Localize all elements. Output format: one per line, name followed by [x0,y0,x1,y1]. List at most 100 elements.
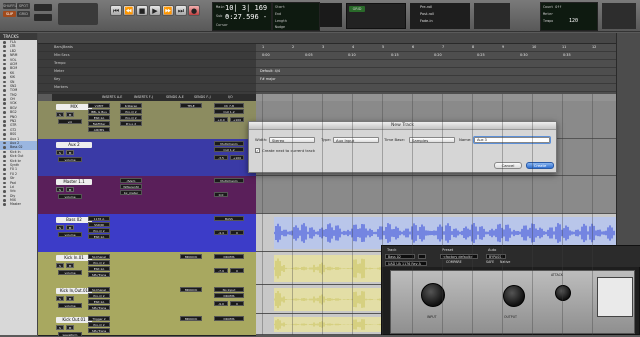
bars-beats-ruler[interactable]: 1 2 3 4 5 6 7 8 9 10 11 12 [256,44,616,52]
io-selector[interactable]: Out 1-2 [214,109,244,114]
io-selector[interactable]: DRUMS [214,293,244,298]
volume-value[interactable]: 0.0 [214,192,228,197]
attack-knob[interactable] [555,285,571,301]
send-slot[interactable]: TELE [180,103,202,108]
track-strip[interactable]: Bass 02 S Mvolume 1176 A SSR/RI Pro-Q 2 ESP-1A… [38,214,256,253]
track-show-dot-icon[interactable] [3,199,6,202]
volume-value[interactable]: -7.9 [214,268,228,273]
spot-mode-button[interactable]: SPOT [17,3,30,9]
insert-slot[interactable]: SPL/Trans [88,305,110,310]
markers-ruler[interactable] [256,84,616,92]
track-show-dot-icon[interactable] [3,80,6,84]
volume-value[interactable]: -3.5 [214,155,228,160]
track-show-dot-icon[interactable] [3,168,6,171]
track-show-dot-icon[interactable] [3,181,6,184]
io-selector[interactable]: Ch 7-8 [214,103,244,108]
track-show-dot-icon[interactable] [3,172,6,176]
mute-button[interactable]: M [66,263,74,268]
plugin-insert-select[interactable]: UAD UA 1176 Rev A [385,261,427,266]
insert-slot[interactable]: Pro-Q 2 [120,109,142,114]
insert-slot[interactable]: SSR/RI [88,222,110,227]
track-show-dot-icon[interactable] [3,41,6,44]
rewind-button[interactable]: ⏪ [123,5,135,16]
insert-slot[interactable]: ESP-1A [88,266,110,271]
preroll-label[interactable]: Pre-roll [420,5,432,9]
track-show-dot-icon[interactable] [3,124,6,127]
track-show-dot-icon[interactable] [3,49,6,53]
insert-slot[interactable]: ESP-1A [88,234,110,239]
track-name[interactable]: Aux 2 [56,142,92,148]
track-show-dot-icon[interactable] [3,128,6,132]
track-view-select[interactable]: vol [58,119,82,124]
track-name[interactable]: Kick In.01 [56,255,92,261]
track-show-dot-icon[interactable] [3,141,6,145]
insert-slot[interactable]: AIR/MS [88,127,110,132]
insert-slot[interactable]: SPL/Trans [88,328,110,333]
insert-slot[interactable]: FabFilter [88,121,110,126]
solo-button[interactable]: S [56,187,64,192]
track-strip[interactable]: Kick In.01 S Mvolume SLChanel Pro-Q 2 ESP-1A S… [38,252,256,286]
mute-button[interactable]: M [66,296,74,301]
track-show-dot-icon[interactable] [3,45,6,48]
io-selector[interactable]: Out 1-2 [214,147,244,152]
min-secs-ruler[interactable]: 0:00 0:05 0:10 0:15 0:20 0:25 0:30 0:35 [256,52,616,60]
insert-slot[interactable]: K-Stereo [120,103,142,108]
insert-slot[interactable]: Pro-Q 2 [88,228,110,233]
insert-slot[interactable]: Pro-Q 2 [120,115,142,120]
key-ruler[interactable]: F# major [256,76,616,84]
mute-button[interactable]: M [66,187,74,192]
track-strip[interactable]: Aux 2 S Mvolume MultichanIn Out 1-2 -3.5 +100 [38,139,256,177]
postroll-label[interactable]: Post-roll [420,12,434,16]
track-show-dot-icon[interactable] [3,93,6,97]
send-slot[interactable]: MIKKICK [180,316,202,321]
fast-forward-button[interactable]: ⏩ [162,5,174,16]
track-show-dot-icon[interactable] [3,194,6,198]
mute-button[interactable]: M [66,325,74,330]
compare-button[interactable]: COMPARE [446,260,462,265]
create-button[interactable]: Create [526,162,554,169]
track-show-dot-icon[interactable] [3,84,6,88]
key-marker[interactable]: F# major [260,76,276,83]
track-show-dot-icon[interactable] [3,58,6,62]
track-name-input[interactable] [473,136,551,144]
track-show-dot-icon[interactable] [3,190,6,193]
send-slot[interactable]: MIKKICK [180,254,202,259]
track-show-dot-icon[interactable] [3,67,6,70]
timebase-select[interactable]: Samples [409,137,455,143]
track-view-select[interactable]: volume [58,194,82,199]
insert-slot[interactable]: 1176 A [88,216,110,221]
plugin-track-select[interactable]: Bass 02 [385,254,415,259]
pan-value[interactable]: 0 [230,301,244,306]
track-view-select[interactable]: volume [58,232,82,237]
insert-slot[interactable]: Pro-Q 2 [88,293,110,298]
create-next-checkbox[interactable]: ✓ [255,148,260,153]
output-knob[interactable] [503,285,525,307]
zoom-toggle[interactable] [34,4,52,11]
bypass-button[interactable]: BYPASS [486,254,506,259]
main-counter-display[interactable]: Main 10| 3| 169 - Sub 0:27.596 - Cursor [212,2,272,31]
pan-value[interactable]: 0 [230,230,244,235]
solo-button[interactable]: S [56,112,64,117]
track-show-dot-icon[interactable] [3,203,6,206]
send-slot[interactable]: MIKKICK [180,287,202,292]
timeline-rulers[interactable]: 1 2 3 4 5 6 7 8 9 10 11 12 0:00 0:05 0:10 0:15 0:20 0:25… [256,44,616,94]
track-name[interactable]: Bass 02 [56,217,92,223]
volume-value[interactable]: -9.0 [214,301,228,306]
track-show-dot-icon[interactable] [3,159,6,163]
type-select[interactable]: Aux Input [333,137,379,143]
pan-value[interactable]: 0 [230,268,244,273]
insert-slot[interactable]: ESP-1A [88,299,110,304]
volume-value[interactable]: -4.4 [214,230,228,235]
solo-button[interactable]: S [56,263,64,268]
track-show-dot-icon[interactable] [3,102,6,105]
tempo-meter-display[interactable]: Count Off Meter Tempo 120 [540,2,598,31]
track-strip[interactable]: Kick In,Out.01 S Mvolume SLChanel Pro-Q 2 ESP… [38,285,256,315]
grid-mode-button[interactable]: GRID [17,11,30,17]
track-strip[interactable]: MIX S Mvol VUMT BBL G Bus ESP-1A FabFilter AIR/… [38,101,256,140]
io-selector[interactable]: DRUMS [214,254,244,259]
rewind-to-start-button[interactable]: ⏮ [110,5,122,16]
track-name[interactable]: Kick In,Out.01 [56,288,92,294]
track-show-dot-icon[interactable] [3,177,6,180]
solo-button[interactable]: S [56,296,64,301]
pan-value[interactable]: +100 [230,117,244,122]
